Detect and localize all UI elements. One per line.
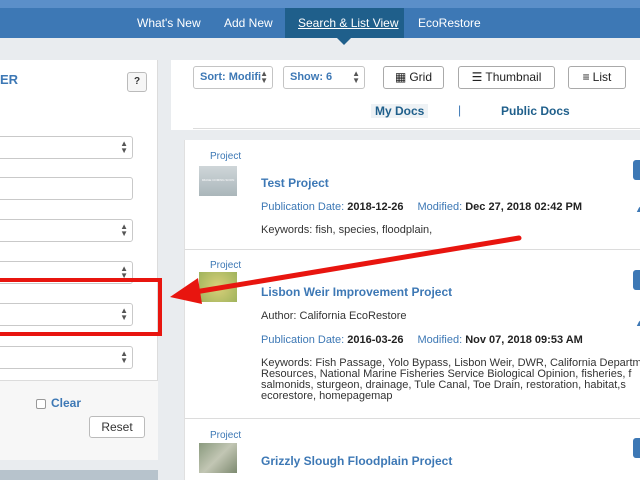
tab-my-docs[interactable]: My Docs [371,104,429,118]
show-select-label: Show: 6 [290,71,333,83]
tab-public-docs[interactable]: Public Docs [501,104,570,118]
grid-label: Grid [409,70,432,84]
thumbnail-view-button[interactable]: ☰ Thumbnail [458,66,555,89]
list-label: List [592,70,612,84]
toolbar-divider [193,128,640,129]
filter-panel: ER ? ▲ ▼ ▲ ▼ ▲ ▼ ▲ ▼ ▲ ▼ Clear Reset [0,60,158,460]
thumbnail-list-icon: ☰ [471,70,483,84]
result-dates: Publication Date: 2018-12-26 Modified: De… [261,201,582,213]
result-title[interactable]: Lisbon Weir Improvement Project [261,285,452,299]
nav-add-new[interactable]: Add New [224,8,273,38]
results-list: Project IMAGE COMING SOON Test Project P… [184,140,640,480]
result-title[interactable]: Test Project [261,176,329,190]
pub-date-label: Publication Date: [261,201,345,213]
help-button[interactable]: ? [127,72,147,92]
clear-checkbox[interactable] [36,399,46,409]
result-thumbnail[interactable] [199,443,237,473]
highlight-box [0,278,162,336]
user-icon[interactable]: ▲ [635,204,640,214]
tab-separator: | [458,103,462,117]
result-type-tag: Project [210,430,242,441]
result-type-tag: Project [210,260,242,271]
modified-label: Modified: [417,334,463,346]
map-preview-strip [0,470,158,480]
main-nav: What's New Add New Search & List View Ec… [0,8,640,38]
sort-select[interactable]: Sort: Modifi ▲ ▼ [193,66,273,89]
grid-icon: ▦ [394,70,407,84]
result-action-button[interactable] [633,160,640,180]
filter-select-1[interactable]: ▲ ▼ [0,136,133,159]
pub-date-label: Publication Date: [261,334,345,346]
result-author: Author: California EcoRestore [261,310,407,322]
thumbnail-caption: IMAGE COMING SOON [201,178,235,182]
list-view-button[interactable]: ≡ List [568,66,626,89]
result-action-button[interactable] [633,270,640,290]
active-nav-caret [337,38,351,45]
result-action-button[interactable] [633,438,640,458]
result-keywords-line: ecorestore, homepagemap [261,390,393,402]
result-type-tag: Project [210,151,242,162]
results-toolbar: Sort: Modifi ▲ ▼ Show: 6 ▲ ▼ ▦ Grid ☰ Thumbnai… [171,60,640,130]
grid-view-button[interactable]: ▦ Grid [383,66,444,89]
modified-value: Nov 07, 2018 09:53 AM [465,334,583,346]
select-arrows-icon: ▲ ▼ [120,349,128,365]
modified-label: Modified: [417,201,463,213]
sort-select-label: Sort: Modifi [200,71,262,83]
pub-date-value: 2016-03-26 [347,334,404,346]
pub-date-value: 2018-12-26 [347,201,404,213]
reset-button[interactable]: Reset [89,416,145,438]
filter-footer: Clear Reset [0,381,158,460]
select-arrows-icon: ▲ ▼ [260,69,268,85]
result-title[interactable]: Grizzly Slough Floodplain Project [261,454,452,468]
select-arrows-icon: ▲ ▼ [120,222,128,238]
filter-title: ER [0,72,19,87]
filter-select-5[interactable]: ▲ ▼ [0,346,133,369]
select-arrows-icon: ▲ ▼ [120,264,128,280]
nav-ecorestore[interactable]: EcoRestore [418,8,481,38]
result-thumbnail[interactable] [199,272,237,302]
filter-text-input[interactable] [0,177,133,200]
list-icon: ≡ [582,70,590,84]
thumbnail-label: Thumbnail [485,70,542,84]
show-select[interactable]: Show: 6 ▲ ▼ [283,66,365,89]
filter-select-2[interactable]: ▲ ▼ [0,219,133,242]
result-dates: Publication Date: 2016-03-26 Modified: No… [261,334,583,346]
nav-search-list-view[interactable]: Search & List View [285,8,404,38]
card-divider [185,249,640,250]
top-accent-bar [0,0,640,8]
user-icon[interactable]: ▲ [635,318,640,328]
nav-whats-new[interactable]: What's New [137,8,201,38]
modified-value: Dec 27, 2018 02:42 PM [465,201,583,213]
clear-link[interactable]: Clear [51,396,81,410]
result-thumbnail[interactable]: IMAGE COMING SOON [199,166,237,196]
select-arrows-icon: ▲ ▼ [352,69,360,85]
select-arrows-icon: ▲ ▼ [120,139,128,155]
card-divider [185,418,640,419]
result-keywords: Keywords: fish, species, floodplain, [261,224,433,236]
